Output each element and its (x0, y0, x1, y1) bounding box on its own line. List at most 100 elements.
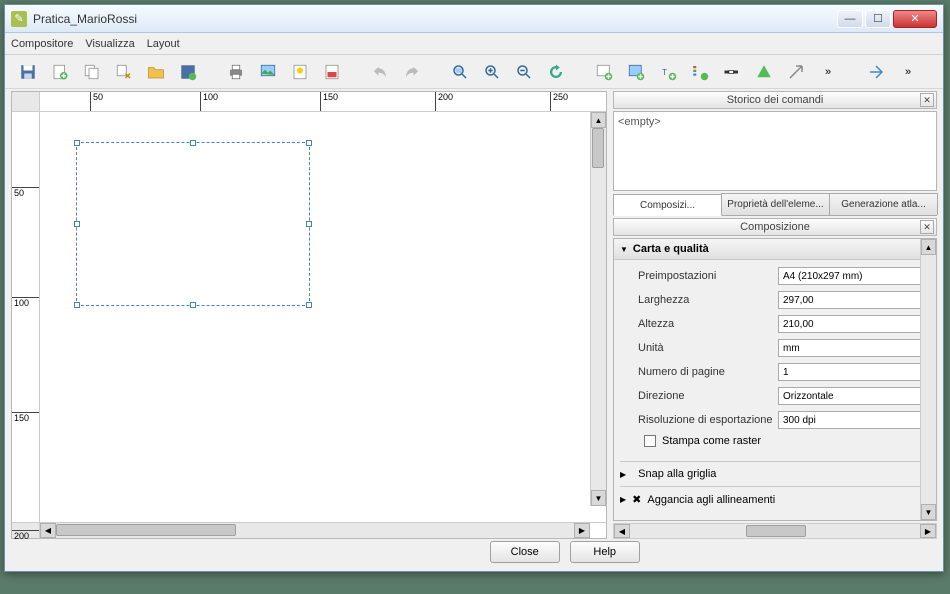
ruler-tick: 50 (90, 92, 103, 111)
menu-compositore[interactable]: Compositore (11, 38, 73, 50)
app-window: ✎ Pratica_MarioRossi — ☐ ✕ Compositore V… (4, 4, 944, 572)
refresh-icon[interactable] (543, 59, 569, 85)
tab-atlas[interactable]: Generazione atla... (829, 193, 938, 215)
height-input[interactable]: 210,00 (778, 315, 928, 333)
pages-input[interactable]: 1 (778, 363, 928, 381)
props-hscroll[interactable]: ◀ ▶ (613, 523, 937, 539)
props-vscroll[interactable]: ▲ ▼ (920, 239, 936, 520)
ruler-tick: 250 (550, 92, 568, 111)
zoom-full-icon[interactable] (447, 59, 473, 85)
save-icon[interactable] (15, 59, 41, 85)
close-window-button[interactable]: ✕ (893, 10, 937, 28)
export-image-icon[interactable] (255, 59, 281, 85)
expand-icon: ▶ (620, 495, 626, 504)
section-paper-quality[interactable]: ▼ Carta e qualità (614, 239, 936, 260)
zoom-out-icon[interactable] (511, 59, 537, 85)
ruler-tick: 200 (435, 92, 453, 111)
scroll-corner (590, 523, 606, 538)
paper-form: PreimpostazioniA4 (210x297 mm) Larghezza… (614, 260, 936, 458)
duplicate-composer-icon[interactable] (79, 59, 105, 85)
add-map-icon[interactable] (591, 59, 617, 85)
canvas[interactable]: ▲ ▼ (40, 112, 606, 522)
scroll-up-icon[interactable]: ▲ (921, 239, 936, 255)
add-label-icon[interactable]: T (655, 59, 681, 85)
save-template-icon[interactable] (175, 59, 201, 85)
units-select[interactable]: mm (778, 339, 928, 357)
scroll-down-icon[interactable]: ▼ (921, 504, 936, 520)
composer-manager-icon[interactable] (111, 59, 137, 85)
ruler-tick: 150 (12, 412, 39, 423)
scroll-down-icon[interactable]: ▼ (591, 490, 606, 506)
close-panel-icon[interactable]: ✕ (920, 220, 934, 234)
scroll-left-icon[interactable]: ◀ (40, 523, 56, 538)
scroll-right-icon[interactable]: ▶ (920, 524, 936, 538)
ruler-tick: 100 (12, 297, 39, 308)
add-scalebar-icon[interactable] (719, 59, 745, 85)
pages-label: Numero di pagine (638, 366, 778, 378)
history-panel[interactable]: <empty> (613, 111, 937, 191)
scroll-right-icon[interactable]: ▶ (574, 523, 590, 538)
preset-select[interactable]: A4 (210x297 mm) (778, 267, 928, 285)
minimize-button[interactable]: — (837, 10, 863, 28)
close-button[interactable]: Close (490, 541, 560, 563)
resize-handle[interactable] (306, 140, 312, 146)
new-composer-icon[interactable] (47, 59, 73, 85)
ruler-tick: 50 (12, 187, 39, 198)
print-icon[interactable] (223, 59, 249, 85)
add-shape-icon[interactable] (751, 59, 777, 85)
move-content-icon[interactable] (863, 59, 889, 85)
maximize-button[interactable]: ☐ (865, 10, 891, 28)
resize-handle[interactable] (74, 140, 80, 146)
selected-item-frame[interactable] (76, 142, 310, 306)
app-icon: ✎ (11, 11, 27, 27)
resize-handle[interactable] (190, 140, 196, 146)
raster-checkbox[interactable] (644, 435, 656, 447)
raster-label: Stampa come raster (662, 435, 761, 447)
undo-icon[interactable] (367, 59, 393, 85)
resize-handle[interactable] (190, 302, 196, 308)
menu-visualizza[interactable]: Visualizza (85, 38, 134, 50)
scroll-thumb[interactable] (56, 524, 236, 536)
redo-icon[interactable] (399, 59, 425, 85)
width-input[interactable]: 297,00 (778, 291, 928, 309)
resize-handle[interactable] (306, 221, 312, 227)
canvas-vscroll[interactable]: ▲ ▼ (590, 112, 606, 506)
expand-icon: ▶ (620, 470, 626, 479)
export-pdf-icon[interactable] (319, 59, 345, 85)
zoom-in-icon[interactable] (479, 59, 505, 85)
workspace: 50 100 150 200 250 50 100 150 200 (11, 91, 937, 539)
add-image-icon[interactable] (623, 59, 649, 85)
canvas-hscroll[interactable]: ◀ ▶ (40, 523, 590, 538)
resize-handle[interactable] (74, 221, 80, 227)
collapse-icon: ▼ (620, 245, 628, 254)
help-button[interactable]: Help (570, 541, 640, 563)
direction-select[interactable]: Orizzontale (778, 387, 928, 405)
open-folder-icon[interactable] (143, 59, 169, 85)
tab-composition[interactable]: Composizi... (613, 194, 722, 216)
add-arrow-icon[interactable] (783, 59, 809, 85)
section-snap-grid[interactable]: ▶ Snap alla griglia (614, 465, 936, 483)
composition-panel: ▼ Carta e qualità PreimpostazioniA4 (210… (613, 238, 937, 521)
divider (620, 486, 930, 487)
export-svg-icon[interactable] (287, 59, 313, 85)
resolution-input[interactable]: 300 dpi (778, 411, 928, 429)
scroll-thumb[interactable] (746, 525, 806, 537)
resize-handle[interactable] (306, 302, 312, 308)
section-snap-align[interactable]: ▶ ✖ Aggancia agli allineamenti (614, 490, 936, 509)
tab-item-properties[interactable]: Proprietà dell'eleme... (721, 193, 830, 215)
snap-grid-label: Snap alla griglia (638, 468, 716, 480)
height-label: Altezza (638, 318, 778, 330)
snap-align-checkbox[interactable]: ✖ (632, 493, 641, 506)
add-legend-icon[interactable] (687, 59, 713, 85)
resize-handle[interactable] (74, 302, 80, 308)
scroll-left-icon[interactable]: ◀ (614, 524, 630, 538)
scroll-thumb[interactable] (592, 128, 604, 168)
ruler-tick: 150 (320, 92, 338, 111)
toolbar-overflow[interactable]: » (815, 59, 841, 85)
side-panels: Storico dei comandi ✕ <empty> Composizi.… (613, 91, 937, 539)
scroll-up-icon[interactable]: ▲ (591, 112, 606, 128)
menu-layout[interactable]: Layout (147, 38, 180, 50)
close-panel-icon[interactable]: ✕ (920, 93, 934, 107)
toolbar-overflow-2[interactable]: » (895, 59, 921, 85)
canvas-pane: 50 100 150 200 250 50 100 150 200 (11, 91, 607, 539)
